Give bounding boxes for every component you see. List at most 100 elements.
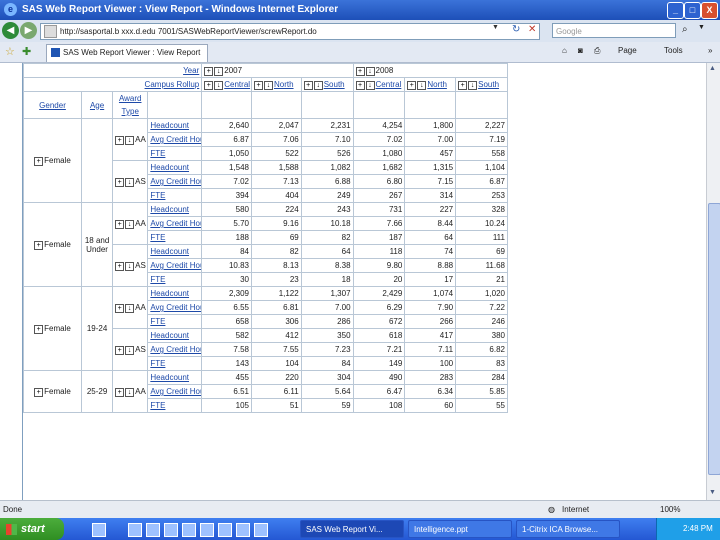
forward-arrow-icon[interactable]: ▶ (20, 22, 37, 39)
gender-cell[interactable]: + Female (23, 370, 83, 413)
taskbar-button-sas[interactable]: SAS Web Report Vi... (300, 520, 404, 538)
stop-icon[interactable]: ✕ (528, 24, 536, 35)
year-header[interactable]: Year (23, 63, 203, 78)
campus-header[interactable]: + ↓ Central (201, 77, 252, 92)
quicklaunch-icon[interactable] (92, 523, 106, 537)
address-dropdown-icon[interactable]: ▼ (492, 24, 499, 31)
quicklaunch-icon[interactable] (200, 523, 214, 537)
expand-icon[interactable]: + (115, 387, 125, 397)
expand-icon[interactable]: + (115, 135, 125, 145)
drill-icon[interactable]: ↓ (365, 66, 375, 76)
metric-label[interactable]: FTE (147, 314, 203, 329)
quicklaunch-icon[interactable] (236, 523, 250, 537)
metric-label[interactable]: FTE (147, 146, 203, 161)
age-header[interactable]: Age (81, 91, 114, 119)
quicklaunch-icon[interactable] (164, 523, 178, 537)
metric-label[interactable]: Headcount (147, 328, 203, 343)
expand-icon[interactable]: + (34, 240, 44, 250)
add-favorites-icon[interactable]: ✚ (22, 45, 31, 58)
award-type-cell[interactable]: + ↓ AS (112, 328, 149, 371)
start-button[interactable]: start (0, 518, 64, 540)
minimize-button[interactable]: _ (667, 2, 684, 19)
expand-icon[interactable]: + (115, 177, 125, 187)
expand-icon[interactable]: + (115, 261, 125, 271)
metric-label[interactable]: Avg Credit Hours (147, 216, 203, 231)
quicklaunch-icon[interactable] (254, 523, 268, 537)
address-input[interactable]: http://sasportal.b xxx.d.edu 7001/SASWeb… (40, 23, 540, 40)
metric-label[interactable]: Avg Credit Hours (147, 258, 203, 273)
expand-icon[interactable]: + (204, 66, 214, 76)
search-input[interactable]: Google (552, 23, 676, 38)
tab-sas-report[interactable]: SAS Web Report Viewer : View Report (46, 44, 208, 62)
campus-header[interactable]: + ↓ Central (352, 77, 406, 92)
metric-label[interactable]: Avg Credit Hours (147, 384, 203, 399)
expand-icon[interactable]: + (115, 345, 125, 355)
gender-cell[interactable]: + Female (23, 202, 83, 287)
gender-cell[interactable]: + Female (23, 286, 83, 371)
metric-label[interactable]: Headcount (147, 244, 203, 259)
campus-header[interactable]: + ↓ North (404, 77, 457, 92)
metric-label[interactable]: Avg Credit Hours (147, 132, 203, 147)
taskbar-button-ppt[interactable]: Intelligence.ppt (408, 520, 512, 538)
back-arrow-icon[interactable]: ◀ (2, 22, 19, 39)
metric-label[interactable]: Headcount (147, 286, 203, 301)
scroll-thumb[interactable] (708, 203, 720, 475)
year-2008-header[interactable]: + ↓ 2008 (352, 63, 508, 78)
drill-icon[interactable]: ↓ (125, 387, 135, 397)
close-button[interactable]: X (701, 2, 718, 19)
drill-icon[interactable]: ↓ (125, 219, 135, 229)
metric-label[interactable]: Headcount (147, 202, 203, 217)
metric-label[interactable]: FTE (147, 398, 203, 413)
scroll-up-icon[interactable]: ▲ (709, 65, 716, 72)
quicklaunch-icon[interactable] (128, 523, 142, 537)
metric-label[interactable]: Avg Credit Hours (147, 174, 203, 189)
campus-header[interactable]: + ↓ North (250, 77, 302, 92)
drill-icon[interactable]: ↓ (125, 345, 135, 355)
campus-header[interactable]: + ↓ South (300, 77, 354, 92)
drill-icon[interactable]: ↓ (125, 177, 135, 187)
year-2007-header[interactable]: + ↓ 2007 (201, 63, 354, 78)
award-type-cell[interactable]: + ↓ AS (112, 244, 149, 287)
award-type-header[interactable]: Award Type (112, 91, 149, 119)
gender-header[interactable]: Gender (23, 91, 83, 119)
favorites-star-icon[interactable]: ☆ (5, 45, 15, 58)
drill-icon[interactable]: ↓ (214, 66, 224, 76)
award-type-cell[interactable]: + ↓ AA (112, 286, 149, 329)
expand-icon[interactable]: + (355, 66, 365, 76)
campus-rollup-header[interactable]: Campus Rollup (23, 77, 203, 92)
metric-label[interactable]: FTE (147, 356, 203, 371)
taskbar-button-citrix[interactable]: 1-Citrix ICA Browse... (516, 520, 620, 538)
expand-icon[interactable]: + (34, 387, 44, 397)
expand-icon[interactable]: + (34, 324, 44, 334)
metric-label[interactable]: FTE (147, 188, 203, 203)
metric-label[interactable]: Headcount (147, 370, 203, 385)
quicklaunch-icon[interactable] (218, 523, 232, 537)
award-type-cell[interactable]: + ↓ AA (112, 202, 149, 245)
page-menu[interactable]: Page (618, 46, 637, 55)
metric-label[interactable]: FTE (147, 272, 203, 287)
zoom-level[interactable]: 100% (660, 505, 680, 514)
drill-icon[interactable]: ↓ (125, 303, 135, 313)
metric-label[interactable]: Headcount (147, 118, 203, 133)
drill-icon[interactable]: ↓ (125, 261, 135, 271)
feeds-icon[interactable]: ◙ (578, 46, 583, 55)
tools-menu[interactable]: Tools (664, 46, 683, 55)
metric-label[interactable]: Avg Credit Hours (147, 342, 203, 357)
search-dropdown-icon[interactable]: ▼ (698, 24, 705, 31)
campus-header[interactable]: + ↓ South (455, 77, 508, 92)
expand-icon[interactable]: + (34, 156, 44, 166)
metric-label[interactable]: FTE (147, 230, 203, 245)
metric-label[interactable]: Headcount (147, 160, 203, 175)
gender-cell[interactable]: + Female (23, 118, 83, 203)
home-icon[interactable]: ⌂ (562, 46, 567, 55)
award-type-cell[interactable]: + ↓ AA (112, 370, 149, 413)
print-icon[interactable]: ⎙ (594, 46, 600, 56)
award-type-cell[interactable]: + ↓ AS (112, 160, 149, 203)
quicklaunch-icon[interactable] (146, 523, 160, 537)
metric-label[interactable]: Avg Credit Hours (147, 300, 203, 315)
expand-icon[interactable]: + (115, 303, 125, 313)
quicklaunch-icon[interactable] (182, 523, 196, 537)
vertical-scrollbar[interactable]: ▲ ▼ (706, 63, 720, 500)
chevron-more-icon[interactable]: » (708, 46, 712, 55)
refresh-icon[interactable]: ↻ (512, 24, 520, 35)
